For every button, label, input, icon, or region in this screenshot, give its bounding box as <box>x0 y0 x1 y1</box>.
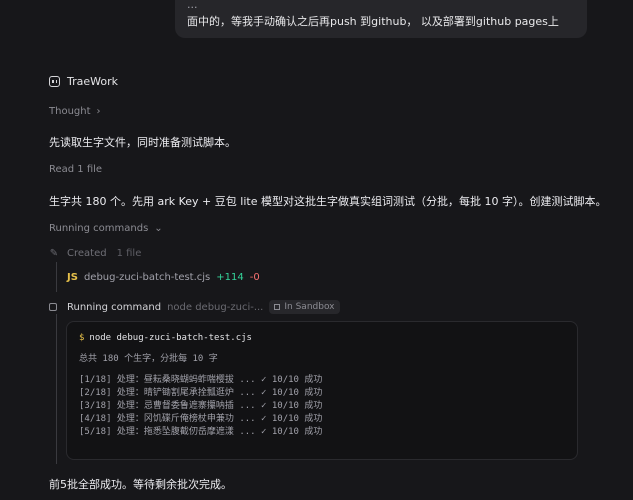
user-message-line-2: 面中的，等我手动确认之后再push 到github， 以及部署到github p… <box>187 15 559 28</box>
terminal-line: [5/18] 处理：拖悉坠腹截仞岳摩遮漾 ... ✓ 10/10 成功 <box>79 427 323 437</box>
assistant-header: TraeWork <box>49 75 118 88</box>
chevron-right-icon: › <box>96 106 101 117</box>
assistant-text-1: 先读取生字文件，同时准备测试脚本。 <box>49 134 236 150</box>
running-command-row[interactable]: Running command node debug-zuci-... In S… <box>49 300 340 314</box>
running-commands-toggle[interactable]: Running commands ⌄ <box>49 223 163 234</box>
file-item[interactable]: JS debug-zuci-batch-test.cjs +114 -0 <box>67 272 260 283</box>
terminal-line: [2/18] 处理：晴铲锄割尾承拴瓢逛炉 ... ✓ 10/10 成功 <box>79 388 323 398</box>
terminal-line: [4/18] 处理：冈饥碟斤俺榜杖申兼功 ... ✓ 10/10 成功 <box>79 414 323 424</box>
created-count: 1 file <box>116 248 142 259</box>
sandbox-label: In Sandbox <box>284 302 335 312</box>
file-name: debug-zuci-batch-test.cjs <box>83 272 211 283</box>
created-label: Created <box>67 248 107 259</box>
read-file-label: Read 1 file <box>49 164 103 175</box>
file-deletions: -0 <box>249 272 260 283</box>
thought-toggle[interactable]: Thought › <box>49 106 101 117</box>
sandbox-icon <box>274 304 281 310</box>
terminal-command-line: $ node debug-zuci-batch-test.cjs <box>79 332 565 345</box>
running-commands-label: Running commands <box>49 223 149 234</box>
chevron-down-icon: ⌄ <box>154 223 163 234</box>
terminal-line: [3/18] 处理：忌曹督委鲁遮寨攥呐插 ... ✓ 10/10 成功 <box>79 401 323 411</box>
read-file-toggle[interactable]: Read 1 file <box>49 164 102 175</box>
terminal-line: [1/18] 处理：昼耘桑晓蝴蚂蚱喘樱拔 ... ✓ 10/10 成功 <box>79 375 323 385</box>
terminal-prompt: $ <box>79 333 85 343</box>
assistant-text-1-content: 先读取生字文件，同时准备测试脚本。 <box>49 136 236 149</box>
created-files-row[interactable]: ✎ Created 1 file <box>49 248 142 259</box>
assistant-name: TraeWork <box>67 75 118 88</box>
terminal-command: node debug-zuci-batch-test.cjs <box>89 333 252 343</box>
sandbox-badge: In Sandbox <box>269 300 340 314</box>
running-command-preview: node debug-zuci-... <box>167 301 264 313</box>
assistant-text-3: 前5批全部成功。等待剩余批次完成。 <box>49 478 232 491</box>
terminal-icon <box>49 303 57 311</box>
terminal-summary: 总共 180 个生字，分批每 10 字 <box>79 354 218 364</box>
traework-logo-icon <box>49 76 60 87</box>
user-message-bubble: ... 面中的，等我手动确认之后再push 到github， 以及部署到gith… <box>175 0 587 38</box>
tree-connector <box>56 262 57 292</box>
assistant-text-2: 生字共 180 个。先用 ark Key + 豆包 lite 模型对这批生字做真… <box>49 193 606 209</box>
chat-view: ... 面中的，等我手动确认之后再push 到github， 以及部署到gith… <box>0 0 633 500</box>
pencil-icon: ✎ <box>49 248 59 259</box>
assistant-text-2-content: 生字共 180 个。先用 ark Key + 豆包 lite 模型对这批生字做真… <box>49 195 607 208</box>
thought-label: Thought <box>49 106 91 117</box>
running-command-label: Running command <box>67 301 162 313</box>
terminal-output[interactable]: $ node debug-zuci-batch-test.cjs 总共 180 个… <box>66 321 578 460</box>
js-file-icon: JS <box>67 272 78 283</box>
file-additions: +114 <box>216 272 244 283</box>
user-message-line-1: ... <box>187 0 198 11</box>
tree-connector-2 <box>56 314 57 464</box>
